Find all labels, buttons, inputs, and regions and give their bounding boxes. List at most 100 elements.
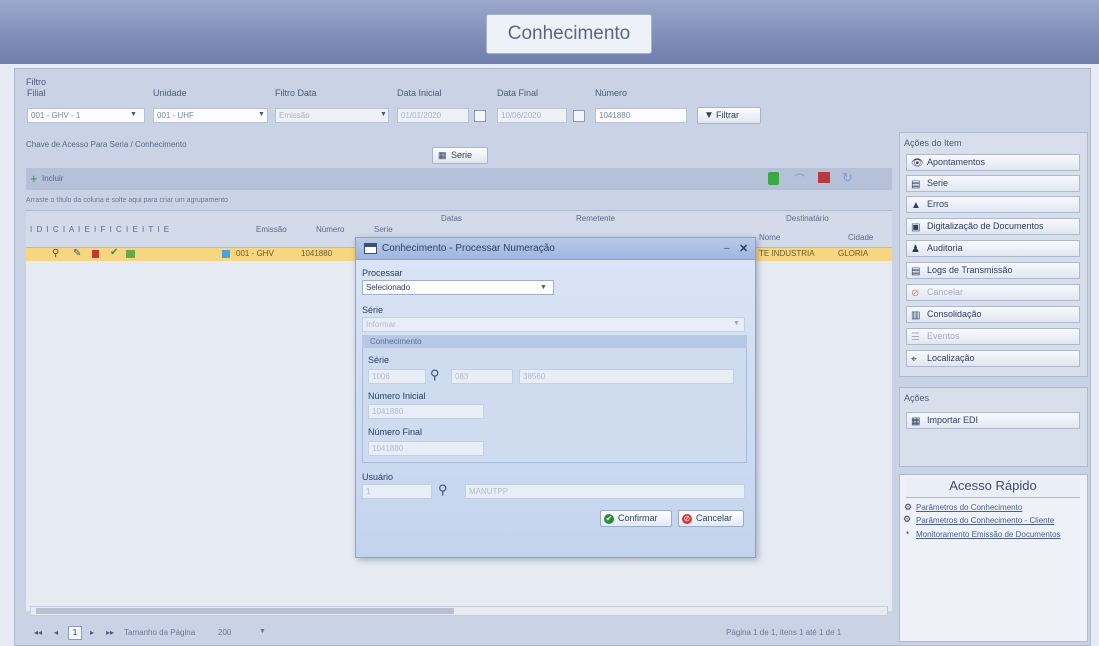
minimize-icon[interactable]: – xyxy=(724,238,730,260)
numero-inicial-label: Número Inicial xyxy=(368,391,426,401)
page-size-select[interactable]: 200 xyxy=(218,628,231,637)
current-page[interactable]: 1 xyxy=(68,626,82,640)
search-icon[interactable]: ⚲ xyxy=(430,367,440,383)
scrollbar-thumb[interactable] xyxy=(36,608,454,614)
serie-code-input[interactable]: 1006 xyxy=(368,369,426,384)
action-label: Consolidação xyxy=(927,309,982,319)
search-icon[interactable]: ⚲ xyxy=(438,482,448,498)
import-edi-button[interactable]: ▦ Importar EDI xyxy=(906,412,1080,429)
filter-button[interactable]: ▼ Filtrar xyxy=(697,107,761,124)
next-page-icon[interactable]: ▸ xyxy=(90,628,94,637)
action-cancelar[interactable]: ⊘ Cancelar xyxy=(906,284,1080,301)
add-icon[interactable]: + xyxy=(30,171,38,186)
filtro-data-select[interactable]: Emissão xyxy=(275,108,389,123)
calendar-icon[interactable] xyxy=(474,110,486,122)
status-icon xyxy=(222,250,230,258)
column-numero[interactable]: Número xyxy=(316,225,344,234)
unidade-dropdown-icon[interactable]: ▼ xyxy=(258,111,265,118)
user-icon: ♟ xyxy=(911,244,920,255)
usuario-code-input[interactable]: 1 xyxy=(362,484,432,499)
column-serie[interactable]: Serie xyxy=(374,225,393,234)
column-emissao[interactable]: Emissão xyxy=(256,225,287,234)
usuario-name-field: MANUTPP xyxy=(465,484,745,499)
numero-inicial-input[interactable]: 1041880 xyxy=(368,404,484,419)
action-label: Apontamentos xyxy=(927,157,986,167)
prev-page-icon[interactable]: ◂ xyxy=(54,628,58,637)
action-serie[interactable]: ▤ Serie xyxy=(906,175,1080,192)
serie-select[interactable]: Informar xyxy=(362,317,745,332)
processar-select[interactable]: Selecionado xyxy=(362,280,554,295)
grid-info-text: Chave de Acesso Para Seria / Conheciment… xyxy=(26,140,187,149)
cancel-button-label: Cancelar xyxy=(696,513,733,523)
quick-link-parametros[interactable]: Parâmetros do Conhecimento xyxy=(916,503,1022,512)
column-group-destinatario: Destinatário xyxy=(786,214,829,223)
cancel-icon: ⊘ xyxy=(682,514,692,524)
search-icon[interactable]: ⚲ xyxy=(52,248,59,259)
filial-select[interactable]: 001 - GHV - 1 xyxy=(27,108,145,123)
serie-button[interactable]: ▦ Serie xyxy=(432,147,488,164)
numero-input[interactable]: 1041880 xyxy=(595,108,687,123)
action-digitalizacao[interactable]: ▣ Digitalização de Documentos xyxy=(906,218,1080,235)
column-nome[interactable]: Nome xyxy=(759,233,780,242)
numero-final-input[interactable]: 1041880 xyxy=(368,441,484,456)
action-logs[interactable]: ▤ Logs de Transmissão xyxy=(906,262,1080,279)
unidade-select[interactable]: 001 - UHF xyxy=(153,108,268,123)
cancel-button[interactable]: ⊘ Cancelar xyxy=(678,510,744,527)
edit-icon[interactable]: ✎ xyxy=(73,248,81,259)
close-icon[interactable]: ✕ xyxy=(739,238,748,260)
data-inicial-input[interactable]: 01/01/2020 xyxy=(397,108,469,123)
last-page-icon[interactable]: ▸▸ xyxy=(106,628,114,637)
action-label: Auditoria xyxy=(927,243,963,253)
processar-dropdown-icon[interactable]: ▼ xyxy=(540,284,547,291)
calendar-icon[interactable] xyxy=(573,110,585,122)
add-button-label[interactable]: Incluir xyxy=(42,174,63,183)
chart-icon[interactable]: ⌒ xyxy=(794,171,805,187)
confirm-button-label: Confirmar xyxy=(618,513,658,523)
grid-toolbar: + Incluir ⌒ ↻ xyxy=(26,168,892,190)
first-page-icon[interactable]: ◂◂ xyxy=(34,628,42,637)
quick-link-parametros-cliente[interactable]: Parâmetros do Conhecimento - Cliente xyxy=(916,516,1086,525)
action-label: Digitalização de Documentos xyxy=(927,221,1044,231)
action-label: Importar EDI xyxy=(927,415,979,425)
action-auditoria[interactable]: ♟ Auditoria xyxy=(906,240,1080,257)
action-localizacao[interactable]: ⌖ Localização xyxy=(906,350,1080,367)
data-final-input[interactable]: 10/06/2020 xyxy=(497,108,567,123)
action-label: Cancelar xyxy=(927,287,964,297)
action-consolidacao[interactable]: ▥ Consolidação xyxy=(906,306,1080,323)
eye-icon: 👁 xyxy=(911,158,924,169)
filter-icon: ▼ xyxy=(704,110,714,121)
window-icon xyxy=(364,243,377,254)
action-apontamentos[interactable]: 👁 Apontamentos xyxy=(906,154,1080,171)
excel-icon[interactable] xyxy=(768,172,779,185)
chart-icon: ▥ xyxy=(911,310,921,321)
action-erros[interactable]: ▲ Erros xyxy=(906,196,1080,213)
quick-link-monitoramento[interactable]: Monitoramento Emissão de Documentos xyxy=(916,530,1086,539)
page-size-dropdown-icon[interactable]: ▼ xyxy=(259,628,266,635)
data-final-label: Data Final xyxy=(497,88,539,98)
action-label: Erros xyxy=(927,199,949,209)
delete-icon[interactable] xyxy=(92,250,99,258)
action-eventos[interactable]: ☰ Eventos xyxy=(906,328,1080,345)
column-flags[interactable]: I D I C I A I E I F I C I E I T I E xyxy=(30,225,170,234)
filial-dropdown-icon[interactable]: ▼ xyxy=(130,111,137,118)
flag-icon[interactable] xyxy=(818,172,830,183)
row-numero: 1041880 xyxy=(301,249,333,258)
actions-title: Ações xyxy=(904,393,930,403)
numero-final-label: Número Final xyxy=(368,427,423,437)
log-icon: ▤ xyxy=(911,266,921,277)
quick-access-panel xyxy=(899,474,1088,642)
column-cidade[interactable]: Cidade xyxy=(848,233,873,242)
check-icon[interactable]: ✔ xyxy=(110,247,118,258)
doc-icon: ▤ xyxy=(911,179,921,190)
serie-dropdown-icon[interactable]: ▼ xyxy=(733,320,740,327)
refresh-icon[interactable]: ↻ xyxy=(842,170,853,186)
confirm-button[interactable]: ✔ Confirmar xyxy=(600,510,672,527)
column-group-remetente: Remetente xyxy=(576,214,616,223)
filtro-data-dropdown-icon[interactable]: ▼ xyxy=(380,111,387,118)
dialog-titlebar[interactable]: Conhecimento - Processar Numeração – ✕ xyxy=(356,238,755,260)
pager-status: Página 1 de 1, itens 1 até 1 de 1 xyxy=(726,628,842,637)
import-icon: ▦ xyxy=(911,416,921,427)
fieldset-legend: Conhecimento xyxy=(362,335,747,348)
group-drag-hint: Arraste o título da coluna e solte aqui … xyxy=(26,197,228,204)
grid-icon[interactable] xyxy=(126,250,135,258)
